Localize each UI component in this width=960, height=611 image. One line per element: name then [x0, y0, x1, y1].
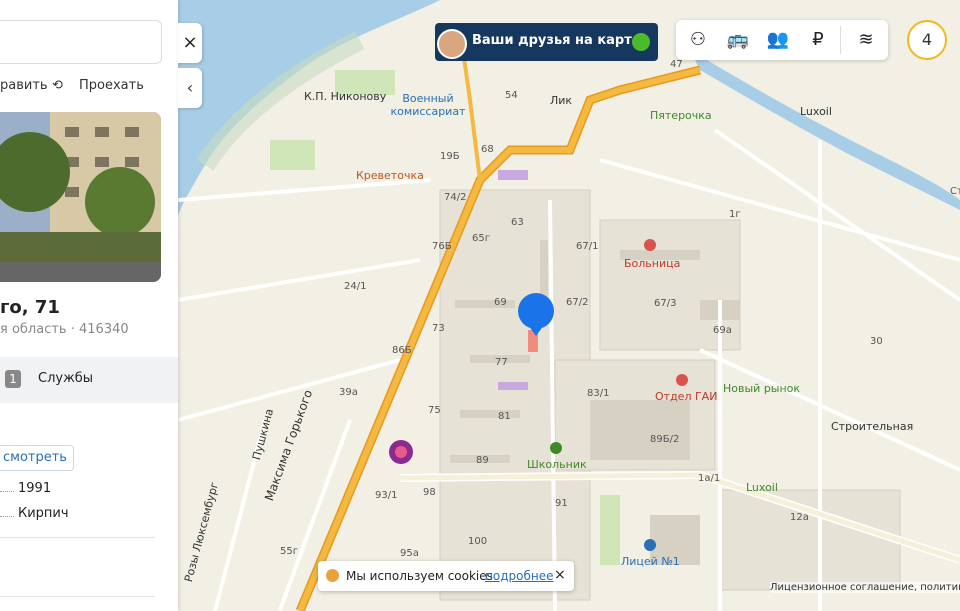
- house-number: 95а: [400, 548, 419, 559]
- house-number: 1а/1: [698, 473, 721, 484]
- house-number: 91: [555, 498, 568, 509]
- house-number: 39а: [339, 387, 358, 398]
- services-label: Службы: [38, 371, 94, 386]
- route-action[interactable]: равить: [0, 78, 48, 93]
- poi-litsey[interactable]: Лицей №1: [621, 555, 680, 568]
- map-toolbar: ⚇ 🚌 👥 ₽ ≋: [676, 20, 888, 60]
- close-panel-button[interactable]: ×: [178, 23, 202, 63]
- house-number: 24/1: [344, 281, 367, 292]
- poi-otdel-gai[interactable]: Отдел ГАИ: [655, 390, 717, 403]
- poi-voenkomat[interactable]: Военный комиссариат: [388, 92, 468, 118]
- people-icon[interactable]: 👥: [764, 26, 792, 54]
- house-number: 76Б: [432, 241, 452, 252]
- house-number: 69а: [713, 325, 732, 336]
- poi-luxoil-2[interactable]: Luxoil: [746, 481, 778, 494]
- banner-text: Ваши друзья на карте!: [472, 33, 647, 48]
- postcode: 416340: [79, 322, 129, 337]
- house-number: 55г: [280, 546, 298, 557]
- material-row: Кирпич: [0, 506, 69, 521]
- house-number: 54: [505, 90, 518, 101]
- search-input[interactable]: [0, 20, 162, 64]
- house-number: 74/2: [444, 192, 467, 203]
- house-number: 67/2: [566, 297, 589, 308]
- layers-icon[interactable]: ≋: [852, 26, 880, 54]
- house-number: 19Б: [440, 151, 460, 162]
- house-number: 77: [495, 357, 508, 368]
- poi-luxoil-1[interactable]: Luxoil: [800, 105, 832, 118]
- poi-shkolnik[interactable]: Школьник: [527, 458, 587, 471]
- house-number: 98: [423, 487, 436, 498]
- house-number: Ст: [950, 186, 960, 197]
- street-stroitelnaya: Строительная: [831, 420, 914, 433]
- cookie-more-link[interactable]: подробнее: [485, 569, 553, 583]
- traffic-icon[interactable]: ⚇: [684, 26, 712, 54]
- ball-icon: [632, 33, 650, 51]
- poi-nikonov[interactable]: К.П. Никонову: [304, 90, 386, 103]
- poi-lik[interactable]: Лик: [550, 94, 572, 107]
- cookie-text: Мы используем cookies: [346, 569, 493, 583]
- house-number: 65г: [472, 233, 490, 244]
- house-number: 69: [494, 297, 507, 308]
- drive-icon[interactable]: ⟲: [52, 78, 63, 93]
- services-count-badge: 1: [5, 370, 21, 388]
- house-number: 81: [498, 411, 511, 422]
- avatar: [437, 29, 467, 59]
- material-value: Кирпич: [18, 506, 69, 521]
- transport-icon[interactable]: 🚌: [724, 26, 752, 54]
- show-button[interactable]: смотреть: [0, 445, 74, 471]
- house-number: 73: [432, 323, 445, 334]
- house-number: 100: [468, 536, 488, 547]
- house-number: 30: [870, 336, 883, 347]
- address-title: го, 71: [0, 297, 60, 318]
- year-value: 1991: [18, 481, 52, 496]
- house-number: 67/3: [654, 298, 677, 309]
- zoom-level-badge[interactable]: 4: [907, 20, 947, 60]
- house-number: 86Б: [392, 345, 412, 356]
- house-number: 68: [481, 144, 494, 155]
- house-number: 47: [670, 59, 683, 70]
- poi-bolnitsa[interactable]: Больница: [624, 257, 680, 270]
- house-number: 75: [428, 405, 441, 416]
- house-number: 89Б/2: [650, 434, 680, 445]
- license-link[interactable]: Лицензионное соглашение, политика к: [770, 582, 960, 593]
- cookie-icon: [326, 569, 339, 582]
- services-tab[interactable]: 1 Службы: [0, 357, 178, 403]
- house-number: 93/1: [375, 490, 398, 501]
- poi-krevetochka[interactable]: Креветочка: [356, 169, 424, 182]
- cookie-close-button[interactable]: ×: [554, 567, 566, 583]
- friends-banner[interactable]: Ваши друзья на карте!: [435, 23, 658, 61]
- collapse-panel-button[interactable]: ‹: [178, 68, 202, 108]
- house-number: 89: [476, 455, 489, 466]
- building-photo[interactable]: [0, 112, 161, 282]
- divider: [840, 26, 841, 54]
- divider: [0, 596, 155, 597]
- address-region: я область · 416340: [0, 322, 129, 337]
- house-number: 67/1: [576, 241, 599, 252]
- year-row: 1991: [0, 481, 51, 496]
- divider: [0, 537, 155, 538]
- region-text: я область: [0, 322, 67, 337]
- house-number: 83/1: [587, 388, 610, 399]
- poi-pyaterochka[interactable]: Пятерочка: [650, 109, 712, 122]
- house-number: 63: [511, 217, 524, 228]
- ruble-icon[interactable]: ₽: [804, 26, 832, 54]
- house-number: 1г: [729, 209, 741, 220]
- house-number: 12а: [790, 512, 809, 523]
- poi-novy-rynok[interactable]: Новый рынок: [723, 382, 800, 395]
- drive-action[interactable]: Проехать: [79, 78, 144, 93]
- place-panel: равить ⟲ Проехать го, 71 я область · 416…: [0, 0, 178, 611]
- cookie-notice: Мы используем cookies подробнее ×: [318, 561, 574, 591]
